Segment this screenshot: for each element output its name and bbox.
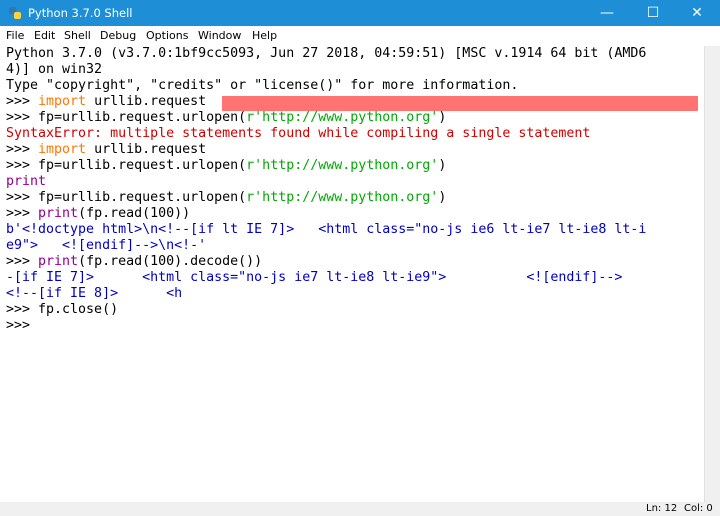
banner-line-2: 4)] on win32 <box>6 62 103 77</box>
python-logo-icon <box>9 7 21 19</box>
input-prompt[interactable]: >>> <box>6 318 38 334</box>
menu-file[interactable]: File <box>6 29 24 43</box>
input-line-close[interactable]: >>> fp.close() <box>6 302 118 318</box>
shell-text-area[interactable]: Python 3.7.0 (v3.7.0:1bf9cc5093, Jun 27 … <box>0 46 704 502</box>
output-line-bytes-1: b'<!doctype html>\n<!--[if lt IE 7]> <ht… <box>6 222 647 237</box>
menu-bar: File Edit Shell Debug Options Window Hel… <box>0 26 720 46</box>
banner-line-1: Python 3.7.0 (v3.7.0:1bf9cc5093, Jun 27 … <box>6 46 647 61</box>
vertical-scrollbar[interactable] <box>704 46 720 502</box>
close-button[interactable]: ✕ <box>674 0 720 26</box>
output-line-bytes-2: e9"> <![endif]-->\n<!-' <box>6 238 207 253</box>
input-line-urlopen-1[interactable]: >>> fp=urllib.request.urlopen(r'http://w… <box>6 110 446 126</box>
menu-edit[interactable]: Edit <box>34 29 55 43</box>
syntax-error-line: SyntaxError: multiple statements found w… <box>6 126 591 141</box>
status-column-number: Col: 0 <box>684 503 713 514</box>
output-line-print: print <box>6 174 47 189</box>
menu-options[interactable]: Options <box>146 29 188 43</box>
status-bar: Ln: 12 Col: 0 <box>0 502 720 516</box>
banner-line-3: Type "copyright", "credits" or "license(… <box>6 78 519 93</box>
title-bar[interactable]: Python 3.7.0 Shell — ☐ ✕ <box>0 0 720 26</box>
selection-highlight <box>222 96 698 111</box>
input-line-urlopen-3[interactable]: >>> fp=urllib.request.urlopen(r'http://w… <box>6 190 446 206</box>
idle-shell-window: Python 3.7.0 Shell — ☐ ✕ File Edit Shell… <box>0 0 720 516</box>
status-line-number: Ln: 12 <box>646 503 678 514</box>
minimize-button[interactable]: — <box>584 0 630 26</box>
maximize-button[interactable]: ☐ <box>630 0 676 26</box>
input-line-print-decode[interactable]: >>> print(fp.read(100).decode()) <box>6 254 262 270</box>
window-title: Python 3.7.0 Shell <box>28 6 133 20</box>
input-line-import-1[interactable]: >>> import urllib.request <box>6 94 206 110</box>
input-line-import-2[interactable]: >>> import urllib.request <box>6 142 206 158</box>
input-line-print-read[interactable]: >>> print(fp.read(100)) <box>6 206 190 222</box>
menu-window[interactable]: Window <box>198 29 241 43</box>
menu-help[interactable]: Help <box>252 29 277 43</box>
output-line-html-2: <!--[if IE 8]> <h <box>6 286 183 301</box>
output-line-html-1: -[if IE 7]> <html class="no-js ie7 lt-ie… <box>6 270 623 285</box>
menu-shell[interactable]: Shell <box>64 29 91 43</box>
menu-debug[interactable]: Debug <box>100 29 136 43</box>
input-line-urlopen-2[interactable]: >>> fp=urllib.request.urlopen(r'http://w… <box>6 158 446 174</box>
